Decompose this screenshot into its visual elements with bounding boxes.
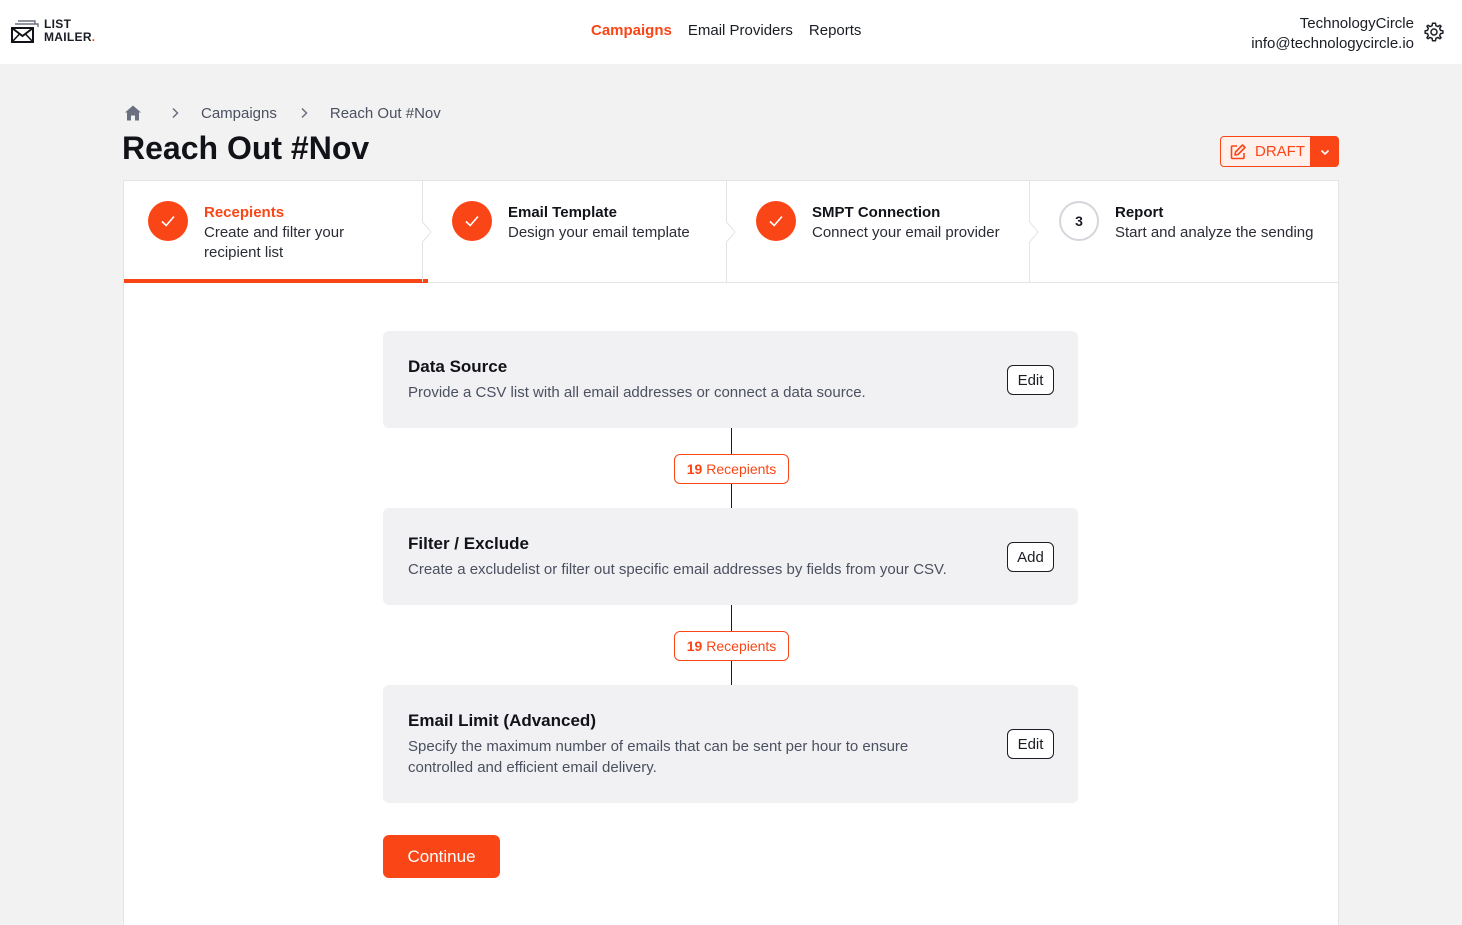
account-email: info@technologycircle.io [1251,35,1414,52]
recipient-count-label: Recepients [706,638,777,654]
account-name: TechnologyCircle [1299,15,1414,32]
check-icon [465,215,479,227]
draft-label: DRAFT [1255,143,1305,160]
step-description: Start and analyze the sending [1115,224,1314,241]
breadcrumb-current: Reach Out #Nov [329,104,441,122]
step-description: Connect your email provider [812,224,1000,241]
edit-data-source-button[interactable]: Edit [1007,365,1054,395]
logo-text: LIST MAILER. [44,18,95,44]
section-description: Provide a CSV list with all email addres… [408,384,866,401]
draft-button[interactable]: DRAFT [1220,136,1311,167]
edit-icon [1230,143,1246,159]
step-divider [422,181,432,282]
step-check [148,201,188,241]
add-filter-button[interactable]: Add [1007,542,1054,572]
check-icon [769,215,783,227]
main-nav: Campaigns Email Providers Reports [591,22,861,39]
recipient-count: 19 [686,461,703,477]
continue-button[interactable]: Continue [383,835,500,878]
step-number: 3 [1059,201,1099,241]
connector-line [731,484,732,508]
nav-email-providers[interactable]: Email Providers [688,22,793,39]
step-description: Design your email template [508,224,690,241]
step-title: SMPT Connection [812,204,941,221]
recipient-count: 19 [686,638,703,654]
section-description: Specify the maximum number of emails tha… [408,738,909,776]
step-divider [726,181,736,282]
edit-email-limit-button[interactable]: Edit [1007,729,1054,759]
data-source-section: Data Source Provide a CSV list with all … [383,331,1078,428]
recipient-count-badge: 19 Recepients [674,454,789,484]
logo-line-2: MAILER. [44,31,95,44]
filter-exclude-section: Filter / Exclude Create a excludelist or… [383,508,1078,605]
breadcrumb-campaigns[interactable]: Campaigns [201,105,277,122]
app-logo[interactable]: LIST MAILER. [11,17,111,47]
connector-line [731,605,732,631]
step-divider [1029,181,1039,282]
account-info[interactable]: TechnologyCircle info@technologycircle.i… [1251,14,1414,54]
step-title: Email Template [508,204,617,221]
step-description: Create and filter your recipient list [204,224,345,261]
step-title: Recepients [204,204,285,221]
step-check [452,201,492,241]
draft-toggle-button[interactable] [1311,136,1339,167]
section-description: Create a excludelist or filter out speci… [408,561,947,578]
chevron-right-icon [301,107,308,119]
step-check [756,201,796,241]
breadcrumb: Campaigns Reach Out #Nov [124,104,441,122]
section-title: Email Limit (Advanced) [408,711,596,730]
chevron-right-icon [172,107,179,119]
connector-line [731,661,732,685]
section-title: Data Source [408,357,508,376]
logo-dot: . [91,30,96,44]
campaign-card: Recepients Create and filter your recipi… [123,180,1339,925]
email-limit-section: Email Limit (Advanced) Specify the maxim… [383,685,1078,803]
connector-line [731,428,732,454]
status-dropdown: DRAFT [1220,136,1339,167]
page-title: Reach Out #Nov [122,130,370,166]
chevron-down-icon [1320,149,1330,155]
check-icon [161,215,175,227]
nav-campaigns[interactable]: Campaigns [591,22,672,39]
step-email-template[interactable]: Email Template Design your email templat… [428,181,736,282]
step-smpt-connection[interactable]: SMPT Connection Connect your email provi… [732,181,1039,282]
section-title: Filter / Exclude [408,534,529,553]
step-recipients[interactable]: Recepients Create and filter your recipi… [124,181,432,283]
step-title: Report [1115,204,1164,221]
mail-logo-icon [11,20,39,43]
logo-mailer: MAILER [44,30,92,44]
nav-reports[interactable]: Reports [809,22,862,39]
gear-icon[interactable] [1423,21,1445,43]
home-icon[interactable] [124,104,142,122]
recipient-count-label: Recepients [706,461,777,477]
stepper: Recepients Create and filter your recipi… [124,181,1338,283]
recipient-count-badge: 19 Recepients [674,631,789,661]
step-report[interactable]: 3 Report Start and analyze the sending [1035,181,1338,282]
top-navbar: LIST MAILER. Campaigns Email Providers R… [0,0,1462,64]
